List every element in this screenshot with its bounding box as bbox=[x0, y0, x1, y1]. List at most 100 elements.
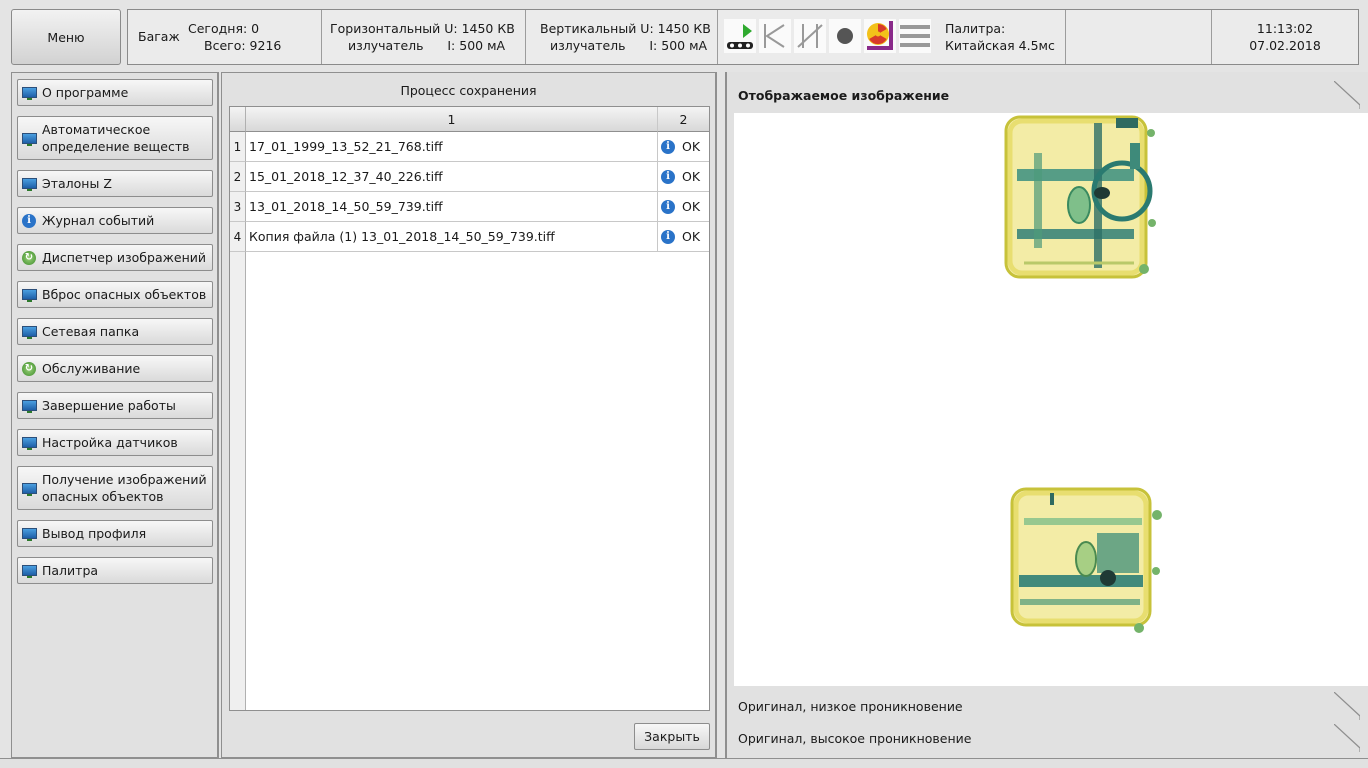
file-name: 15_01_2018_12_37_40_226.tiff bbox=[246, 162, 658, 192]
sidebar-item-label: Завершение работы bbox=[42, 398, 176, 413]
monitor-icon bbox=[21, 177, 37, 191]
sidebar-item-threat-injection[interactable]: Вброс опасных объектов bbox=[17, 281, 213, 308]
table-row[interactable]: 2 15_01_2018_12_37_40_226.tiff i OK bbox=[230, 162, 709, 192]
refresh-icon: ↻ bbox=[21, 250, 37, 265]
sidebar-item-label: Диспетчер изображений bbox=[42, 250, 206, 265]
record-icon[interactable] bbox=[829, 19, 861, 53]
menu-button[interactable]: Меню bbox=[11, 9, 121, 65]
status-text: OK bbox=[682, 139, 701, 154]
sidebar-item-label: Палитра bbox=[42, 563, 99, 578]
vertical-emitter: Вертикальный U: 1450 КВ излучатель I: 50… bbox=[526, 10, 718, 64]
sidebar: О программе Автоматическое определение в… bbox=[11, 72, 219, 758]
image-viewer-panel: Отображаемое изображение Оригинал, низко… bbox=[725, 72, 1368, 758]
sidebar-item-z-standards[interactable]: Эталоны Z bbox=[17, 170, 213, 197]
horizontal-emitter-voltage: Горизонтальный U: 1450 КВ bbox=[330, 21, 515, 36]
sidebar-item-label: Получение изображений опасных объектов bbox=[42, 472, 207, 504]
close-button[interactable]: Закрыть bbox=[634, 723, 710, 750]
bottom-border bbox=[0, 758, 1368, 768]
status-cell: i OK bbox=[658, 132, 709, 162]
sidebar-item-sensor-setup[interactable]: Настройка датчиков bbox=[17, 429, 213, 456]
row-number: 1 bbox=[230, 132, 246, 162]
status-blank bbox=[1066, 10, 1212, 64]
collapse-corner-icon bbox=[1334, 81, 1360, 109]
file-name: 13_01_2018_14_50_59_739.tiff bbox=[246, 192, 658, 222]
file-name: Копия файла (1) 13_01_2018_14_50_59_739.… bbox=[246, 222, 658, 252]
monitor-icon bbox=[21, 481, 37, 496]
row-number: 4 bbox=[230, 222, 246, 252]
save-process-title: Процесс сохранения bbox=[400, 83, 537, 98]
info-icon: i bbox=[661, 169, 675, 184]
sidebar-item-profile-output[interactable]: Вывод профиля bbox=[17, 520, 213, 547]
vertical-emitter-current: излучатель I: 500 мА bbox=[550, 38, 708, 53]
info-icon: i bbox=[661, 139, 675, 154]
high-penetration-title: Оригинал, высокое проникновение bbox=[738, 730, 972, 746]
vertical-emitter-voltage: Вертикальный U: 1450 КВ bbox=[540, 21, 711, 36]
menu-lines-icon[interactable] bbox=[899, 19, 931, 53]
baggage-label: Багаж bbox=[138, 29, 180, 44]
sidebar-item-label: Журнал событий bbox=[42, 213, 155, 228]
monitor-icon bbox=[21, 564, 37, 578]
table-corner[interactable] bbox=[230, 107, 246, 132]
clock-date: 07.02.2018 bbox=[1249, 38, 1321, 53]
sidebar-item-shutdown[interactable]: Завершение работы bbox=[17, 392, 213, 419]
sidebar-item-auto-detect[interactable]: Автоматическое определение веществ bbox=[17, 116, 213, 160]
status-text: OK bbox=[682, 169, 701, 184]
sidebar-item-event-log[interactable]: i Журнал событий bbox=[17, 207, 213, 234]
xray-scan-image bbox=[1004, 115, 1162, 633]
sidebar-item-label: Автоматическое определение веществ bbox=[42, 122, 190, 154]
expand-corner-icon bbox=[1334, 692, 1360, 720]
row-number: 3 bbox=[230, 192, 246, 222]
conveyor-play-icon[interactable] bbox=[724, 19, 756, 53]
palette-value: Китайская 4.5мс bbox=[945, 38, 1055, 53]
table-header: 1 2 bbox=[230, 107, 709, 132]
monitor-icon bbox=[21, 288, 37, 302]
xray-image[interactable] bbox=[734, 113, 1368, 686]
mode-indicators: Палитра: Китайская 4.5мс bbox=[718, 10, 1066, 64]
status-text: OK bbox=[682, 229, 701, 244]
sidebar-item-label: Вывод профиля bbox=[42, 526, 147, 541]
edge-filter-icon[interactable] bbox=[759, 19, 791, 53]
save-process-panel: Процесс сохранения 1 2 1 17_01_1999_13_5… bbox=[221, 72, 717, 758]
row-number: 2 bbox=[230, 162, 246, 192]
low-penetration-header[interactable]: Оригинал, низкое проникновение bbox=[734, 692, 1360, 720]
sidebar-item-label: Сетевая папка bbox=[42, 324, 140, 339]
palette-label: Палитра: bbox=[945, 21, 1006, 36]
sidebar-item-label: Настройка датчиков bbox=[42, 435, 178, 450]
save-process-table[interactable]: 1 2 1 17_01_1999_13_52_21_768.tiff i OK … bbox=[229, 106, 710, 711]
monitor-icon bbox=[21, 131, 37, 146]
horizontal-emitter-current: излучатель I: 500 мА bbox=[348, 38, 506, 53]
monitor-icon bbox=[21, 86, 37, 100]
clock-time: 11:13:02 bbox=[1256, 21, 1314, 36]
suitcase-side-view bbox=[1010, 487, 1162, 633]
status-text: OK bbox=[682, 199, 701, 214]
refresh-icon: ↻ bbox=[21, 361, 37, 376]
displayed-image-header[interactable]: Отображаемое изображение bbox=[734, 81, 1360, 109]
sidebar-item-palette[interactable]: Палитра bbox=[17, 557, 213, 584]
sidebar-item-threat-images[interactable]: Получение изображений опасных объектов bbox=[17, 466, 213, 510]
table-row[interactable]: 1 17_01_1999_13_52_21_768.tiff i OK bbox=[230, 132, 709, 162]
status-bar: Багаж Сегодня: 0 Всего: 9216 Горизонталь… bbox=[127, 9, 1359, 65]
sidebar-item-image-manager[interactable]: ↻ Диспетчер изображений bbox=[17, 244, 213, 271]
status-cell: i OK bbox=[658, 192, 709, 222]
sidebar-item-label: О программе bbox=[42, 85, 129, 100]
column-header-2[interactable]: 2 bbox=[658, 107, 709, 132]
file-name: 17_01_1999_13_52_21_768.tiff bbox=[246, 132, 658, 162]
column-header-1[interactable]: 1 bbox=[246, 107, 658, 132]
sidebar-item-about[interactable]: О программе bbox=[17, 79, 213, 106]
info-icon: i bbox=[21, 213, 37, 228]
baggage-today: Сегодня: 0 bbox=[188, 21, 260, 36]
monitor-icon bbox=[21, 399, 37, 413]
sidebar-item-maintenance[interactable]: ↻ Обслуживание bbox=[17, 355, 213, 382]
baggage-total: Всего: 9216 bbox=[204, 38, 282, 53]
clock: 11:13:02 07.02.2018 bbox=[1212, 10, 1358, 64]
radiation-icon[interactable] bbox=[864, 19, 896, 53]
table-row[interactable]: 4 Копия файла (1) 13_01_2018_14_50_59_73… bbox=[230, 222, 709, 252]
info-icon: i bbox=[661, 199, 675, 214]
status-cell: i OK bbox=[658, 162, 709, 192]
expand-corner-icon bbox=[1334, 724, 1360, 752]
high-penetration-header[interactable]: Оригинал, высокое проникновение bbox=[734, 724, 1360, 752]
suitcase-top-view bbox=[1004, 115, 1156, 279]
sidebar-item-network-folder[interactable]: Сетевая папка bbox=[17, 318, 213, 345]
table-row[interactable]: 3 13_01_2018_14_50_59_739.tiff i OK bbox=[230, 192, 709, 222]
gamma-filter-icon[interactable] bbox=[794, 19, 826, 53]
